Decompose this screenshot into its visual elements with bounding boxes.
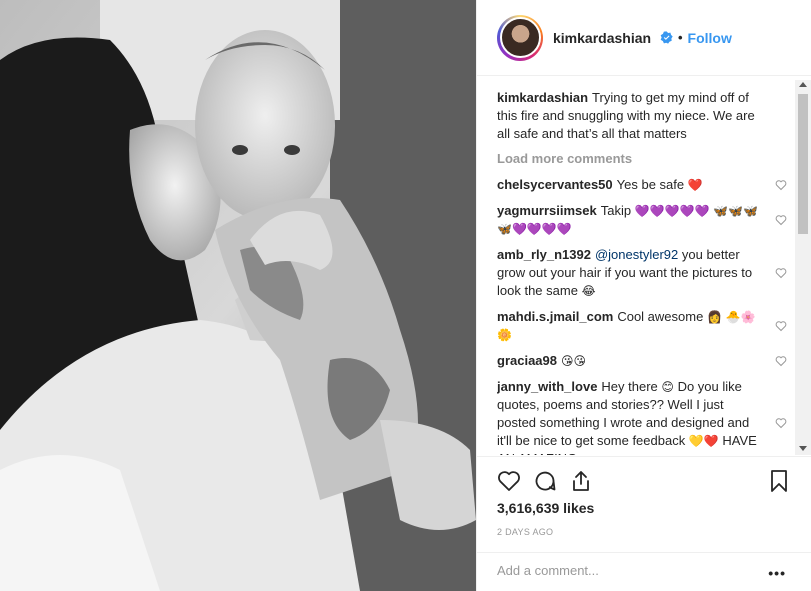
load-more-comments-button[interactable]: Load more comments [497,151,787,166]
comment-text: Yes be safe [616,177,685,192]
caption-username[interactable]: kimkardashian [497,90,588,105]
comment-item: amb_rly_n1392 @jonestyler92 you better gr… [497,246,787,300]
comment-username[interactable]: yagmurrsiimsek [497,203,597,218]
photo-image [0,0,476,591]
header-username-text[interactable]: kimkardashian [553,30,651,46]
scroll-down-arrow-icon[interactable] [799,446,807,451]
more-options-button[interactable]: ••• [768,565,786,581]
share-icon[interactable] [569,469,593,493]
comment-item: janny_with_love Hey there 😊 Do you like q… [497,378,787,455]
avatar[interactable] [497,14,543,61]
comment-username[interactable]: graciaa98 [497,353,557,368]
comment-item: mahdi.s.jmail_com Cool awesome 👩 🐣🌸🌼 [497,308,787,344]
comment-emoji: 😂 [581,284,596,298]
action-bar [477,456,811,504]
comment-username[interactable]: chelsycervantes50 [497,177,613,192]
comment-text: Takip [600,203,632,218]
small-heart-icon[interactable] [775,267,787,279]
small-heart-icon[interactable] [775,320,787,332]
comment-text: Cool awesome [617,309,704,324]
post-details-panel: kimkardashian • Follow kimkardashian Tryi… [476,0,811,591]
likes-count[interactable]: 3,616,639 likes [497,500,594,516]
comment-username[interactable]: mahdi.s.jmail_com [497,309,613,324]
instagram-post: kimkardashian • Follow kimkardashian Tryi… [0,0,811,591]
verified-badge-icon [660,30,673,44]
follow-button[interactable]: Follow [688,30,732,46]
post-photo[interactable] [0,0,476,591]
comment-emoji: 💛❤️ [688,434,719,448]
small-heart-icon[interactable] [775,214,787,226]
separator-dot: • [677,30,683,45]
comment-icon[interactable] [533,469,557,493]
post-header: kimkardashian • Follow [477,0,811,76]
comment-emoji-mid: 😊 [661,380,674,394]
scroll-up-arrow-icon[interactable] [799,82,807,87]
comment-username[interactable]: amb_rly_n1392 [497,247,591,262]
comment-item: chelsycervantes50 Yes be safe ❤️ [497,176,787,194]
heart-icon[interactable] [497,469,521,493]
small-heart-icon[interactable] [775,179,787,191]
small-heart-icon[interactable] [775,355,787,367]
small-heart-icon[interactable] [775,417,787,429]
comment-mention[interactable]: @jonestyler92 [595,247,678,262]
add-comment-input[interactable] [497,563,747,578]
comments-list[interactable]: kimkardashian Trying to get my mind off o… [497,89,787,455]
bookmark-icon[interactable] [767,469,791,493]
comment-item: yagmurrsiimsek Takip 💜💜💜💜💜 🦋🦋🦋🦋💜💜💜💜 [497,202,787,238]
comment-username[interactable]: janny_with_love [497,379,597,394]
comment-item: graciaa98 😘😘 [497,352,787,370]
comment-emoji: 😘😘 [561,354,587,368]
scroll-thumb[interactable] [798,94,808,234]
header-username[interactable]: kimkardashian [553,30,673,46]
avatar-image [499,17,541,58]
comments-scrollbar[interactable] [795,80,811,455]
add-comment-section: ••• [477,552,811,591]
post-date[interactable]: 2 DAYS AGO [497,527,553,537]
caption: kimkardashian Trying to get my mind off o… [497,89,787,143]
comment-emoji: ❤️ [687,178,703,192]
comment-text: Hey there [601,379,658,394]
